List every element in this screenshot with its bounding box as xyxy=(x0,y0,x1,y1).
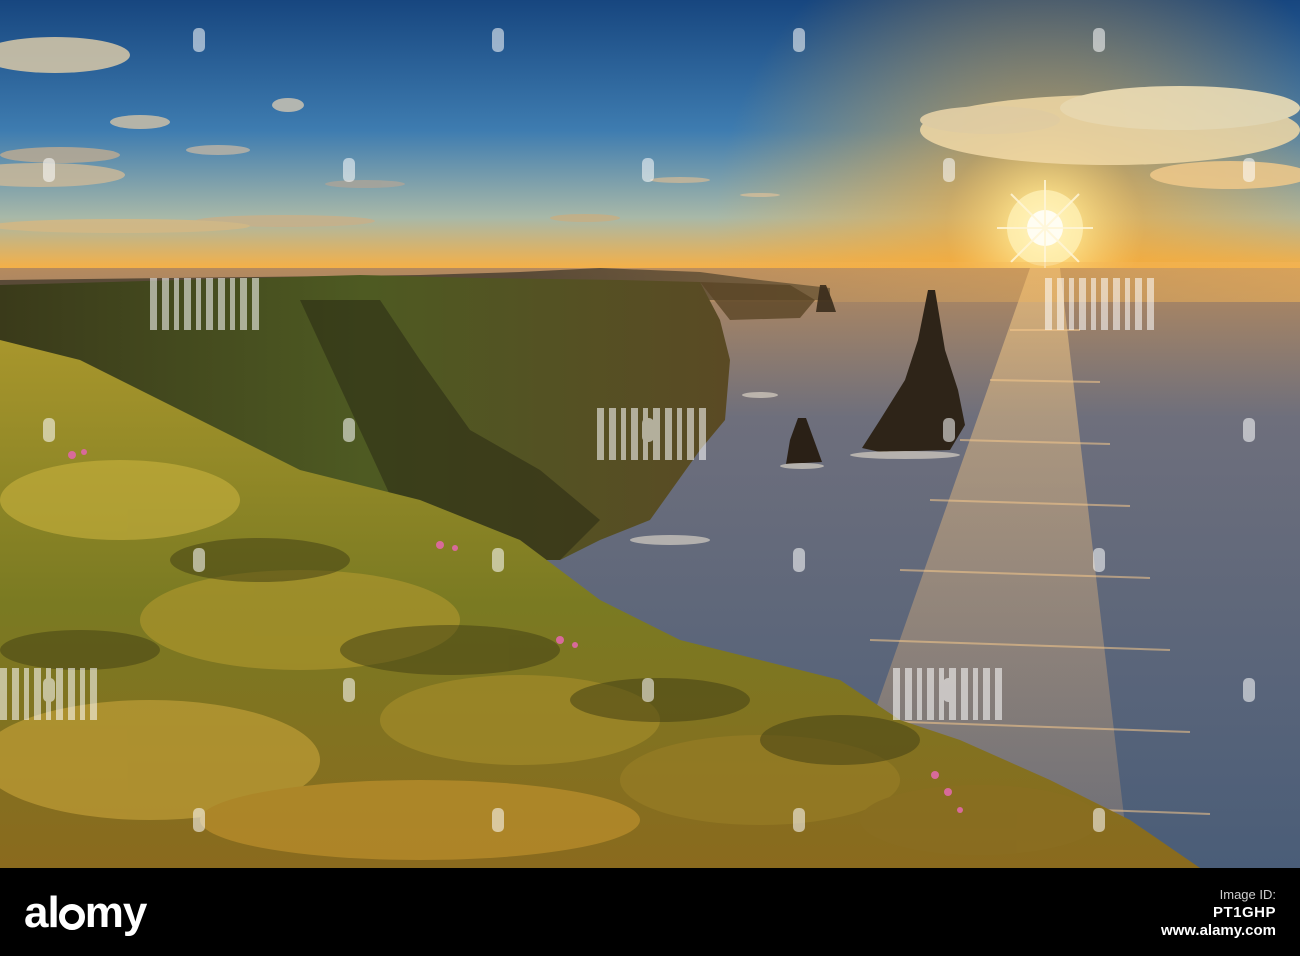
alamy-logo: al my xyxy=(24,888,148,938)
watermark-block-4 xyxy=(0,668,97,720)
image-info: Image ID: PT1GHP www.alamy.com xyxy=(1161,886,1276,940)
logo-suffix: my xyxy=(84,888,148,937)
landscape-photo xyxy=(0,0,1300,868)
image-id-label: Image ID: xyxy=(1219,887,1276,902)
footer-bar: al my Image ID: PT1GHP www.alamy.com xyxy=(0,868,1300,956)
stock-photo-page: al my Image ID: PT1GHP www.alamy.com xyxy=(0,0,1300,956)
logo-a-ring-icon xyxy=(58,904,85,930)
logo-prefix: al xyxy=(24,888,60,937)
site-url: www.alamy.com xyxy=(1160,922,1276,939)
sun xyxy=(997,180,1093,276)
image-id-value: PT1GHP xyxy=(1212,904,1276,921)
